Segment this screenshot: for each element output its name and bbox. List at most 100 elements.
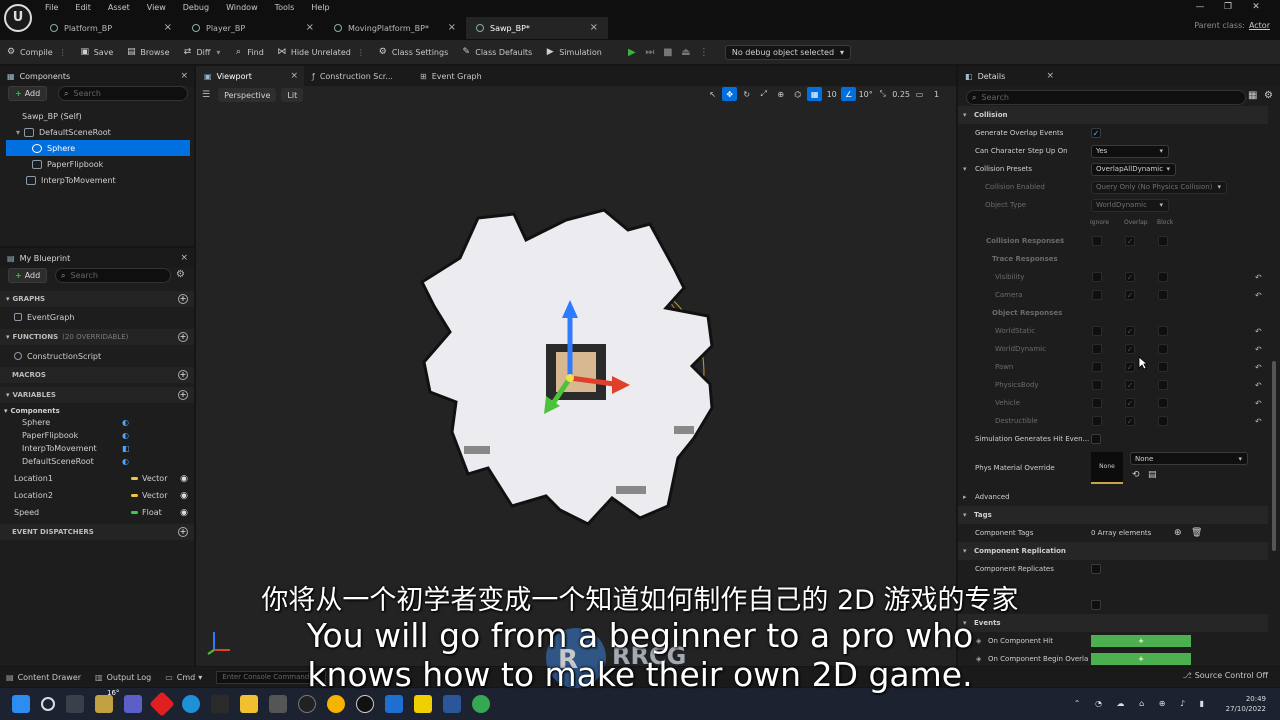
- browse-button[interactable]: ▤ Browse: [126, 47, 169, 57]
- rotation-snap-icon[interactable]: ∠: [841, 87, 857, 101]
- tree-item-self[interactable]: Sawp_BP (Self): [6, 108, 190, 124]
- eject-icon[interactable]: ⏏: [677, 47, 695, 58]
- epic-games-icon[interactable]: [211, 695, 229, 713]
- find-button[interactable]: ⌕ Find: [233, 47, 264, 57]
- replication-category[interactable]: ▾ Component Replication: [958, 542, 1268, 560]
- reset-icon[interactable]: ↶: [1255, 291, 1262, 300]
- menu-tools[interactable]: Tools: [270, 1, 300, 15]
- scale-snap-icon[interactable]: ⤡: [875, 87, 890, 101]
- gear-icon[interactable]: ⚙: [176, 269, 185, 280]
- sticky-notes-icon[interactable]: [414, 695, 432, 713]
- phys-material-thumbnail[interactable]: None: [1091, 452, 1123, 484]
- menu-debug[interactable]: Debug: [178, 1, 214, 15]
- table-view-icon[interactable]: ▦: [1248, 90, 1257, 101]
- components-search-input[interactable]: ⌕ Search: [58, 86, 188, 101]
- tree-item-sphere[interactable]: Sphere: [6, 140, 190, 156]
- perspective-button[interactable]: Perspective: [218, 88, 277, 102]
- use-selected-icon[interactable]: ⟲: [1132, 470, 1140, 480]
- tags-category[interactable]: ▾ Tags: [958, 506, 1268, 524]
- collision-category[interactable]: ▾ Collision: [958, 106, 1268, 124]
- close-icon[interactable]: ×: [180, 71, 188, 81]
- app-icon[interactable]: [149, 691, 175, 717]
- reset-icon[interactable]: ↶: [1255, 381, 1262, 390]
- eye-icon[interactable]: ◉: [180, 491, 188, 501]
- components-tab[interactable]: ▦ Components ×: [0, 66, 194, 86]
- clock[interactable]: 20:49 27/10/2022: [1226, 694, 1266, 714]
- search-icon[interactable]: [41, 697, 55, 711]
- tab-construction-script[interactable]: ƒ Construction Scr...: [304, 66, 412, 86]
- chrome-profile-icon[interactable]: [472, 695, 490, 713]
- weather-icon[interactable]: 16°: [95, 689, 119, 713]
- add-graph-icon[interactable]: +: [178, 294, 188, 304]
- mail-icon[interactable]: [385, 695, 403, 713]
- close-icon[interactable]: ×: [590, 22, 598, 33]
- macros-section[interactable]: MACROS +: [0, 367, 194, 383]
- debug-object-select[interactable]: No debug object selected ▾: [724, 44, 852, 60]
- more-icon[interactable]: ⋮: [695, 47, 713, 58]
- saw-sprite-preview[interactable]: [416, 206, 756, 526]
- reset-icon[interactable]: ↶: [1255, 273, 1262, 282]
- component-var-interptomovement[interactable]: InterpToMovement ◧: [22, 442, 190, 455]
- close-icon[interactable]: ×: [448, 22, 456, 33]
- variable-location2[interactable]: Location2 Vector ◉: [14, 487, 194, 504]
- doc-tab-platform[interactable]: Platform_BP ×: [40, 17, 182, 39]
- close-icon[interactable]: ×: [164, 22, 172, 33]
- reset-icon[interactable]: ↶: [1255, 327, 1262, 336]
- reset-icon[interactable]: ↶: [1255, 345, 1262, 354]
- menu-view[interactable]: View: [142, 1, 171, 15]
- add-variable-icon[interactable]: +: [178, 390, 188, 400]
- class-defaults-button[interactable]: ✎ Class Defaults: [461, 47, 532, 57]
- play-icon[interactable]: ▶: [623, 47, 641, 58]
- component-var-paperflipbook[interactable]: PaperFlipbook ◐: [22, 429, 190, 442]
- rotate-icon[interactable]: ↻: [739, 87, 754, 101]
- chevron-down-icon[interactable]: ▾: [963, 165, 967, 173]
- sim-hit-checkbox[interactable]: [1091, 434, 1101, 444]
- minimize-icon[interactable]: —: [1186, 2, 1214, 12]
- hamburger-icon[interactable]: ☰: [202, 90, 210, 100]
- github-icon[interactable]: [298, 695, 316, 713]
- close-icon[interactable]: ×: [1046, 71, 1054, 81]
- variable-location1[interactable]: Location1 Vector ◉: [14, 470, 194, 487]
- reset-icon[interactable]: ↶: [1255, 417, 1262, 426]
- world-local-icon[interactable]: ⊕: [773, 87, 788, 101]
- components-add-button[interactable]: + Add: [8, 86, 48, 101]
- close-icon[interactable]: ×: [180, 253, 188, 263]
- collision-presets-select[interactable]: OverlapAllDynamic ▾: [1091, 162, 1176, 176]
- save-button[interactable]: ▣ Save: [80, 47, 113, 57]
- doc-tab-moving-platform[interactable]: MovingPlatform_BP* ×: [324, 17, 466, 39]
- scale-icon[interactable]: ⤢: [756, 87, 771, 101]
- add-function-icon[interactable]: +: [178, 332, 188, 342]
- browse-icon[interactable]: ▤: [1148, 470, 1157, 480]
- system-tray-icons[interactable]: ⌃ ◔ ☁ ⌂ ⊕ ♪ ▮: [1074, 699, 1210, 708]
- restore-icon[interactable]: ❐: [1214, 2, 1242, 12]
- rotation-snap-value[interactable]: 10°: [858, 87, 873, 101]
- blueprint-search-input[interactable]: ⌕ Search: [55, 268, 171, 283]
- doc-tab-sawp[interactable]: Sawp_BP* ×: [466, 17, 608, 39]
- component-var-defaultsceneroot[interactable]: DefaultSceneRoot ◐: [22, 455, 190, 468]
- menu-window[interactable]: Window: [221, 1, 263, 15]
- tab-viewport[interactable]: ▣ Viewport ×: [196, 66, 304, 86]
- step-up-select[interactable]: Yes ▾: [1091, 144, 1169, 158]
- details-tab[interactable]: ◧ Details ×: [958, 66, 1280, 86]
- step-icon[interactable]: ⏭: [641, 47, 659, 58]
- details-search-input[interactable]: ⌕ Search: [966, 90, 1246, 105]
- details-scrollbar[interactable]: [1272, 361, 1276, 551]
- eye-icon[interactable]: ◉: [180, 508, 188, 518]
- task-view-icon[interactable]: [66, 695, 84, 713]
- edge-icon[interactable]: [182, 695, 200, 713]
- var-type[interactable]: Vector: [131, 491, 168, 500]
- hide-unrelated-button[interactable]: ⋈ Hide Unrelated ⋮: [277, 47, 365, 57]
- event-graph-item[interactable]: EventGraph: [14, 309, 74, 325]
- graphs-section[interactable]: ▾ GRAPHS +: [0, 291, 194, 307]
- calculator-icon[interactable]: [269, 695, 287, 713]
- grid-size-value[interactable]: 10: [824, 87, 839, 101]
- stop-icon[interactable]: ■: [659, 47, 677, 58]
- add-element-icon[interactable]: ⊕: [1174, 528, 1182, 538]
- gizmo-pivot[interactable]: [566, 374, 574, 382]
- surface-snap-icon[interactable]: ⌬: [790, 87, 805, 101]
- tree-item-default-scene-root[interactable]: ▾ DefaultSceneRoot: [6, 124, 190, 140]
- menu-asset[interactable]: Asset: [103, 1, 135, 15]
- doc-tab-player[interactable]: Player_BP ×: [182, 17, 324, 39]
- close-window-icon[interactable]: ✕: [1242, 2, 1270, 12]
- start-icon[interactable]: [12, 695, 30, 713]
